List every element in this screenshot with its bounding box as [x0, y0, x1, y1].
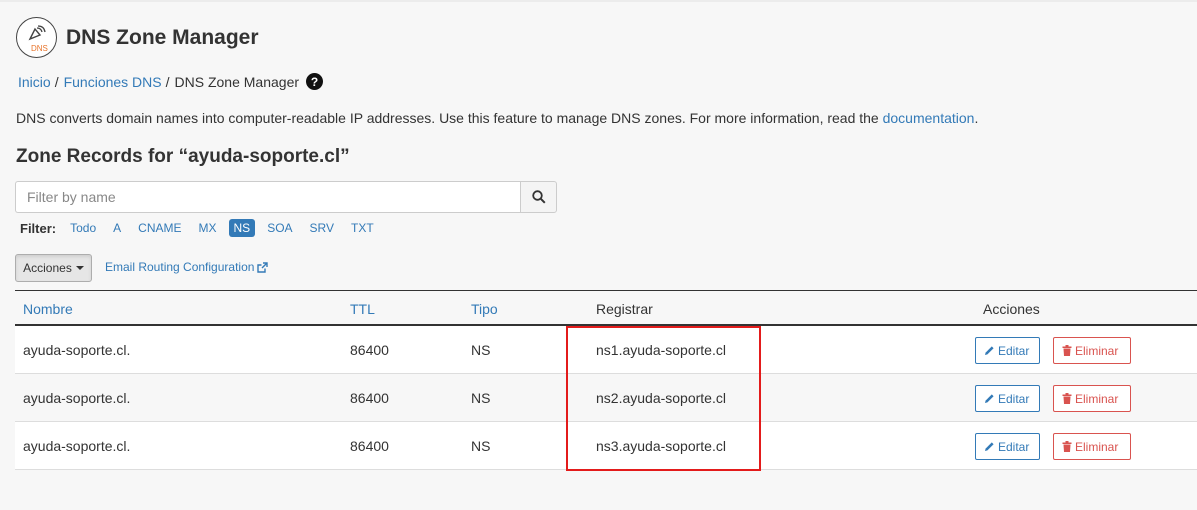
logo-label: DNS [31, 44, 48, 53]
breadcrumb-inicio[interactable]: Inicio [18, 74, 51, 90]
trash-icon [1062, 393, 1072, 404]
filter-ns[interactable]: NS [228, 219, 256, 237]
dns-logo-icon: DNS [16, 17, 57, 58]
filter-todo[interactable]: Todo [65, 219, 101, 237]
edit-button[interactable]: Editar [975, 385, 1040, 412]
cell-ttl: 86400 [350, 342, 389, 358]
breadcrumb: Inicio / Funciones DNS / DNS Zone Manage… [18, 73, 324, 90]
email-routing-label: Email Routing Configuration [105, 260, 255, 274]
cell-type: NS [471, 342, 491, 358]
cell-type: NS [471, 438, 491, 454]
column-header-actions: Acciones [983, 301, 1040, 317]
actions-dropdown-button[interactable]: Acciones [15, 254, 92, 282]
edit-button[interactable]: Editar [975, 337, 1040, 364]
top-divider [0, 0, 1197, 2]
table-row: ayuda-soporte.cl. 86400 NS ns2.ayuda-sop… [15, 374, 1197, 422]
search-bar [15, 181, 557, 213]
breadcrumb-separator: / [54, 73, 59, 90]
edit-label: Editar [998, 439, 1030, 454]
breadcrumb-current: DNS Zone Manager [174, 73, 300, 90]
column-header-record: Registrar [596, 301, 653, 317]
cell-ttl: 86400 [350, 438, 389, 454]
search-button[interactable] [520, 181, 557, 213]
trash-icon [1062, 441, 1072, 452]
edit-label: Editar [998, 343, 1030, 358]
pencil-icon [985, 442, 994, 451]
table-row: ayuda-soporte.cl. 86400 NS ns3.ayuda-sop… [15, 422, 1197, 470]
documentation-link[interactable]: documentation [883, 110, 975, 126]
filter-cname[interactable]: CNAME [133, 219, 186, 237]
filter-a[interactable]: A [108, 219, 126, 237]
pencil-icon [985, 346, 994, 355]
column-header-ttl[interactable]: TTL [350, 301, 375, 317]
edit-button[interactable]: Editar [975, 433, 1040, 460]
filter-srv[interactable]: SRV [305, 219, 339, 237]
column-header-type[interactable]: Tipo [471, 301, 498, 317]
cell-record: ns2.ayuda-soporte.cl [596, 390, 726, 406]
zone-records-table: Nombre TTL Tipo Registrar Acciones ayuda… [15, 290, 1197, 470]
description-end: . [974, 110, 979, 126]
delete-label: Eliminar [1075, 439, 1119, 454]
page-title: DNS Zone Manager [66, 25, 259, 49]
page-header: DNS DNS Zone Manager [16, 17, 259, 58]
delete-label: Eliminar [1075, 391, 1119, 406]
pencil-icon [985, 394, 994, 403]
edit-label: Editar [998, 391, 1030, 406]
trash-icon [1062, 345, 1072, 356]
delete-label: Eliminar [1075, 343, 1119, 358]
question-circle-icon[interactable]: ? [306, 73, 324, 90]
cell-name: ayuda-soporte.cl. [23, 390, 131, 406]
filter-by-name-input[interactable] [15, 181, 520, 213]
cell-ttl: 86400 [350, 390, 389, 406]
cell-type: NS [471, 390, 491, 406]
description-text: DNS converts domain names into computer-… [16, 110, 883, 126]
zone-records-title: Zone Records for “ayuda-soporte.cl” [16, 146, 350, 167]
filter-soa[interactable]: SOA [262, 219, 297, 237]
actions-label: Acciones [23, 261, 72, 275]
delete-button[interactable]: Eliminar [1053, 337, 1131, 364]
page-description: DNS converts domain names into computer-… [16, 110, 978, 126]
record-type-filters: Filter: Todo A CNAME MX NS SOA SRV TXT [20, 219, 386, 237]
cell-name: ayuda-soporte.cl. [23, 438, 131, 454]
email-routing-link[interactable]: Email Routing Configuration [105, 260, 269, 274]
external-link-icon [257, 261, 269, 273]
cell-record: ns1.ayuda-soporte.cl [596, 342, 726, 358]
delete-button[interactable]: Eliminar [1053, 385, 1131, 412]
caret-down-icon [75, 266, 84, 270]
cell-record: ns3.ayuda-soporte.cl [596, 438, 726, 454]
breadcrumb-funciones-dns[interactable]: Funciones DNS [64, 74, 162, 90]
column-header-name[interactable]: Nombre [23, 301, 73, 317]
search-icon [531, 190, 546, 204]
cell-name: ayuda-soporte.cl. [23, 342, 131, 358]
filter-label: Filter: [20, 220, 57, 236]
table-row: ayuda-soporte.cl. 86400 NS ns1.ayuda-sop… [15, 326, 1197, 374]
delete-button[interactable]: Eliminar [1053, 433, 1131, 460]
table-header: Nombre TTL Tipo Registrar Acciones [15, 290, 1197, 326]
breadcrumb-separator: / [165, 73, 170, 90]
filter-txt[interactable]: TXT [346, 219, 379, 237]
filter-mx[interactable]: MX [194, 219, 222, 237]
